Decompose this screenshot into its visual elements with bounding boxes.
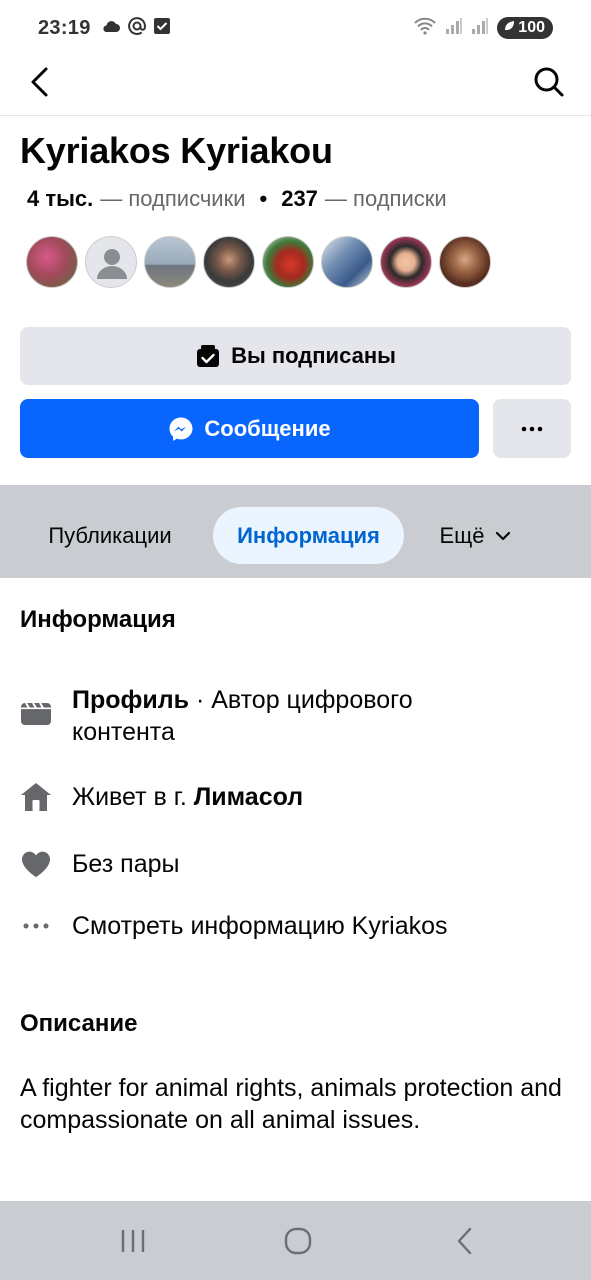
search-icon — [534, 67, 564, 97]
more-horizontal-icon — [521, 426, 543, 431]
profile-name: Kyriakos Kyriakou — [20, 130, 333, 171]
signal-roaming-icon — [471, 17, 489, 40]
info-row-location: Живет в г. Лимасол — [20, 781, 303, 813]
home-circle-icon — [284, 1227, 312, 1255]
friend-avatar-4[interactable] — [203, 236, 255, 288]
profile-tabs: Публикации Информация Ещё — [0, 485, 591, 578]
followers-label[interactable]: — подписчики — [100, 186, 245, 212]
info-location-prefix: Живет в г. — [72, 783, 194, 811]
message-button[interactable]: Сообщение — [20, 399, 479, 458]
message-label: Сообщение — [204, 415, 331, 441]
status-time: 23:19 — [38, 16, 91, 39]
recent-apps-icon — [121, 1230, 145, 1252]
friend-avatar-5[interactable] — [262, 236, 314, 288]
video-camera-icon — [20, 698, 52, 730]
info-relationship-text: Без пары — [72, 850, 180, 878]
battery-indicator: 100 — [497, 17, 553, 39]
chevron-down-icon — [495, 531, 510, 540]
back-chevron-icon — [457, 1227, 472, 1255]
info-section-title: Информация — [20, 606, 176, 633]
stats-separator: • — [259, 186, 268, 211]
default-avatar-icon — [97, 249, 127, 279]
tab-posts-label: Публикации — [48, 522, 172, 548]
home-button[interactable] — [278, 1223, 318, 1259]
friend-avatar-8[interactable] — [439, 236, 491, 288]
info-profile-text: Профиль · Автор цифрового контента — [72, 684, 413, 748]
subscribed-button[interactable]: Вы подписаны — [20, 327, 571, 385]
status-right-icons: 100 — [413, 17, 553, 40]
following-check-icon — [197, 345, 220, 367]
description-text: A fighter for animal rights, animals pro… — [20, 1074, 562, 1134]
status-left-icons — [101, 16, 171, 41]
follow-stats: 4 тыс. — подписчики • 237 — подписки — [27, 186, 447, 212]
wifi-icon — [413, 17, 437, 40]
system-back-button[interactable] — [444, 1223, 484, 1259]
recent-apps-button[interactable] — [113, 1223, 153, 1259]
friend-avatar-6[interactable] — [321, 236, 373, 288]
description-section-title: Описание — [20, 1010, 138, 1037]
info-profile-category: · Автор цифрового — [189, 686, 413, 714]
cloud-icon — [101, 19, 121, 38]
chevron-left-icon — [31, 67, 48, 97]
tab-more[interactable]: Ещё — [420, 507, 530, 564]
info-see-more-text[interactable]: Смотреть информацию Kyriakos — [72, 910, 448, 942]
battery-level: 100 — [518, 19, 545, 36]
leaf-icon — [503, 19, 515, 37]
signal-icon — [445, 17, 463, 40]
friend-avatar-2[interactable] — [85, 236, 137, 288]
friend-avatar-3[interactable] — [144, 236, 196, 288]
info-location-text: Живет в г. Лимасол — [72, 781, 303, 813]
heart-icon — [20, 848, 52, 880]
back-button[interactable] — [22, 64, 58, 100]
more-options-button[interactable] — [493, 399, 571, 458]
checkbox-icon — [153, 17, 171, 40]
messenger-icon — [169, 417, 193, 441]
info-row-relationship: Без пары — [20, 848, 179, 880]
subscribed-label: Вы подписаны — [231, 343, 396, 368]
tab-info-label: Информация — [237, 522, 380, 548]
followers-count[interactable]: 4 тыс. — [27, 186, 93, 212]
search-button[interactable] — [531, 64, 567, 100]
info-profile-category-cont: контента — [72, 718, 175, 746]
friend-avatar-7[interactable] — [380, 236, 432, 288]
more-horizontal-icon — [20, 910, 52, 942]
info-row-see-more[interactable]: Смотреть информацию Kyriakos — [20, 910, 448, 942]
at-icon — [127, 16, 147, 41]
following-count[interactable]: 237 — [281, 186, 318, 212]
tab-info[interactable]: Информация — [213, 507, 404, 564]
info-row-profile: Профиль · Автор цифрового контента — [20, 686, 413, 746]
tab-posts[interactable]: Публикации — [20, 507, 200, 564]
status-bar: 23:19 100 — [0, 0, 591, 56]
following-label[interactable]: — подписки — [325, 186, 447, 212]
system-navigation-bar — [0, 1201, 591, 1280]
home-icon — [20, 781, 52, 813]
friend-avatars-row — [26, 236, 491, 288]
top-app-bar — [0, 56, 591, 116]
info-location-city[interactable]: Лимасол — [194, 783, 303, 811]
tab-more-label: Ещё — [439, 522, 485, 548]
info-profile-label: Профиль — [72, 686, 190, 714]
friend-avatar-1[interactable] — [26, 236, 78, 288]
